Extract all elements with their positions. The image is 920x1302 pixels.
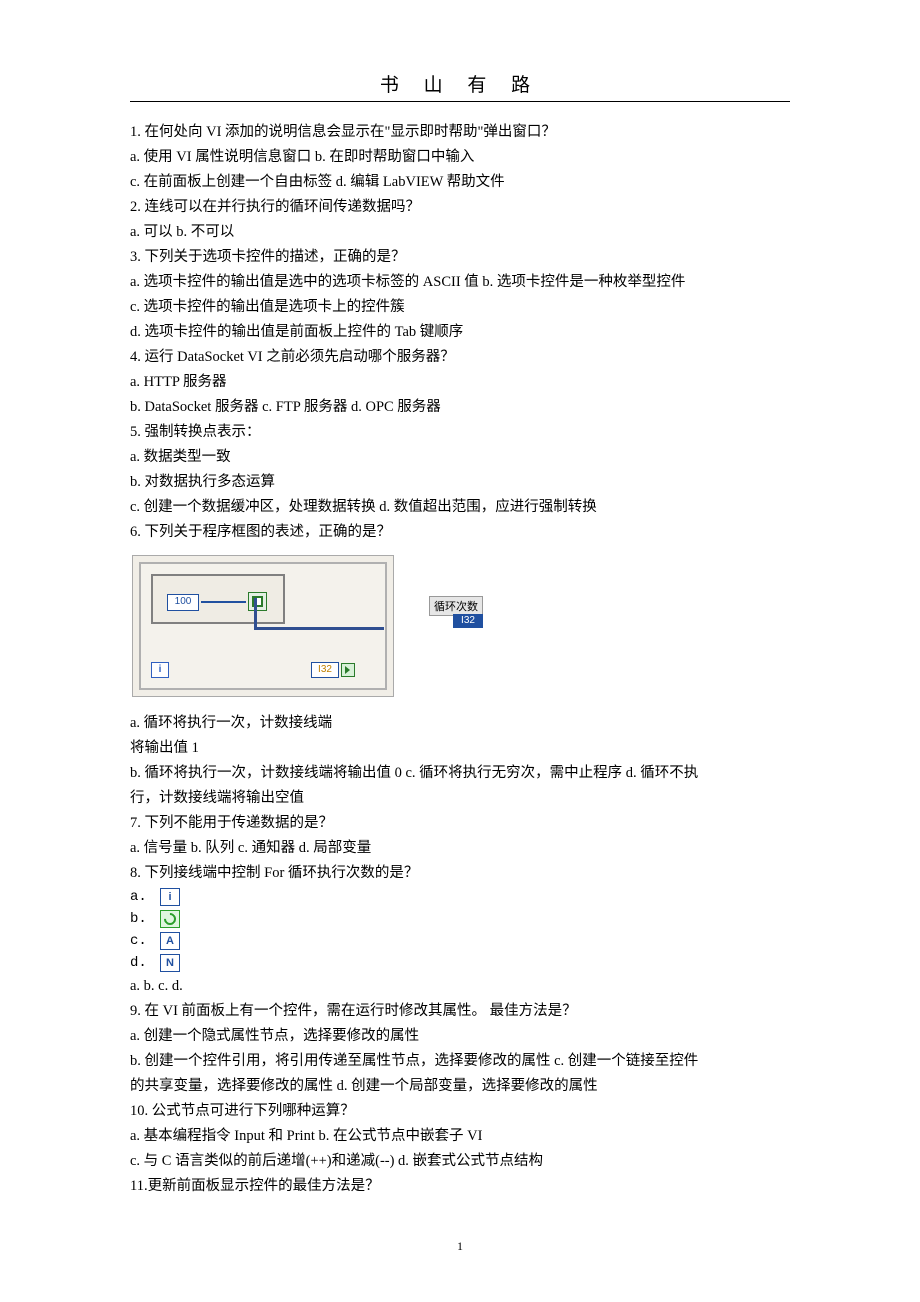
text-line: a. 循环将执行一次，计数接线端 — [130, 711, 790, 736]
iteration-terminal-icon: i — [151, 662, 169, 678]
inner-structure: 100 — [151, 574, 285, 624]
a-terminal-icon: A — [160, 932, 180, 950]
document-page: 书 山 有 路 1. 在何处向 VI 添加的说明信息会显示在"显示即时帮助"弹出… — [0, 0, 920, 1294]
text-line: 8. 下列接线端中控制 For 循环执行次数的是？ — [130, 861, 790, 886]
text-line: a. 选项卡控件的输出值是选中的选项卡标签的 ASCII 值 b. 选项卡控件是… — [130, 270, 790, 295]
text-line: 10. 公式节点可进行下列哪种运算？ — [130, 1099, 790, 1124]
block-diagram-image: 100 i I32 循环次数 I32 — [132, 555, 394, 697]
text-line: 4. 运行 DataSocket VI 之前必须先启动哪个服务器？ — [130, 345, 790, 370]
header-divider — [130, 101, 790, 102]
text-line: 11.更新前面板显示控件的最佳方法是？ — [130, 1174, 790, 1199]
page-header: 书 山 有 路 — [130, 70, 790, 97]
text-line: a. 基本编程指令 Input 和 Print b. 在公式节点中嵌套子 VI — [130, 1124, 790, 1149]
text-line: a. 数据类型一致 — [130, 445, 790, 470]
option-letter: d. — [130, 955, 148, 971]
option-letter: a. — [130, 889, 148, 905]
content-block-2: a. 循环将执行一次，计数接线端 将输出值 1 b. 循环将执行一次，计数接线端… — [130, 711, 790, 886]
text-line: c. 选项卡控件的输出值是选项卡上的控件簇 — [130, 295, 790, 320]
text-line: 2. 连线可以在并行执行的循环间传递数据吗？ — [130, 195, 790, 220]
i32-indicator: I32 — [453, 614, 483, 628]
text-line: 7. 下列不能用于传递数据的是？ — [130, 811, 790, 836]
text-line: b. 循环将执行一次，计数接线端将输出值 0 c. 循环将执行无穷次，需中止程序… — [130, 761, 790, 786]
text-line: a. 使用 VI 属性说明信息窗口 b. 在即时帮助窗口中输入 — [130, 145, 790, 170]
text-line: a. 可以 b. 不可以 — [130, 220, 790, 245]
option-c: c. A — [130, 930, 790, 952]
content-block-3: a. b. c. d. 9. 在 VI 前面板上有一个控件，需在运行时修改其属性… — [130, 974, 790, 1199]
text-line: c. 与 C 语言类似的前后递增(++)和递减(--) d. 嵌套式公式节点结构 — [130, 1149, 790, 1174]
text-line: 5. 强制转换点表示： — [130, 420, 790, 445]
text-line: a. 信号量 b. 队列 c. 通知器 d. 局部变量 — [130, 836, 790, 861]
loop-condition-icon — [160, 910, 180, 928]
content-block-1: 1. 在何处向 VI 添加的说明信息会显示在"显示即时帮助"弹出窗口？ a. 使… — [130, 120, 790, 545]
text-line: 的共享变量，选择要修改的属性 d. 创建一个局部变量，选择要修改的属性 — [130, 1074, 790, 1099]
text-line: b. DataSocket 服务器 c. FTP 服务器 d. OPC 服务器 — [130, 395, 790, 420]
wire — [254, 627, 384, 630]
text-line: c. 创建一个数据缓冲区，处理数据转换 d. 数值超出范围，应进行强制转换 — [130, 495, 790, 520]
text-line: a. b. c. d. — [130, 974, 790, 999]
text-line: d. 选项卡控件的输出值是前面板上控件的 Tab 键顺序 — [130, 320, 790, 345]
text-line: 1. 在何处向 VI 添加的说明信息会显示在"显示即时帮助"弹出窗口？ — [130, 120, 790, 145]
tunnel-icon — [341, 663, 355, 677]
option-b: b. — [130, 908, 790, 930]
text-line: b. 创建一个控件引用，将引用传递至属性节点，选择要修改的属性 c. 创建一个链… — [130, 1049, 790, 1074]
text-line: b. 对数据执行多态运算 — [130, 470, 790, 495]
option-d: d. N — [130, 952, 790, 974]
text-line: 9. 在 VI 前面板上有一个控件，需在运行时修改其属性。 最佳方法是？ — [130, 999, 790, 1024]
option-letter: c. — [130, 933, 148, 949]
count-label: 循环次数 — [429, 596, 483, 616]
option-letter: b. — [130, 911, 148, 927]
wire — [201, 601, 246, 603]
wire — [254, 598, 257, 628]
i-terminal-icon: i — [160, 888, 180, 906]
i32-terminal: I32 — [311, 662, 339, 678]
text-line: a. 创建一个隐式属性节点，选择要修改的属性 — [130, 1024, 790, 1049]
n-terminal-icon: N — [160, 954, 180, 972]
text-line: 将输出值 1 — [130, 736, 790, 761]
while-loop-border: 100 i I32 — [139, 562, 387, 690]
page-number: 1 — [130, 1239, 790, 1254]
text-line: a. HTTP 服务器 — [130, 370, 790, 395]
text-line: c. 在前面板上创建一个自由标签 d. 编辑 LabVIEW 帮助文件 — [130, 170, 790, 195]
numeric-constant: 100 — [167, 594, 199, 611]
option-a: a. i — [130, 886, 790, 908]
q8-options: a. i b. c. A d. N — [130, 886, 790, 974]
text-line: 3. 下列关于选项卡控件的描述，正确的是？ — [130, 245, 790, 270]
text-line: 6. 下列关于程序框图的表述，正确的是？ — [130, 520, 790, 545]
text-line: 行，计数接线端将输出空值 — [130, 786, 790, 811]
stop-terminal-icon — [248, 592, 267, 611]
